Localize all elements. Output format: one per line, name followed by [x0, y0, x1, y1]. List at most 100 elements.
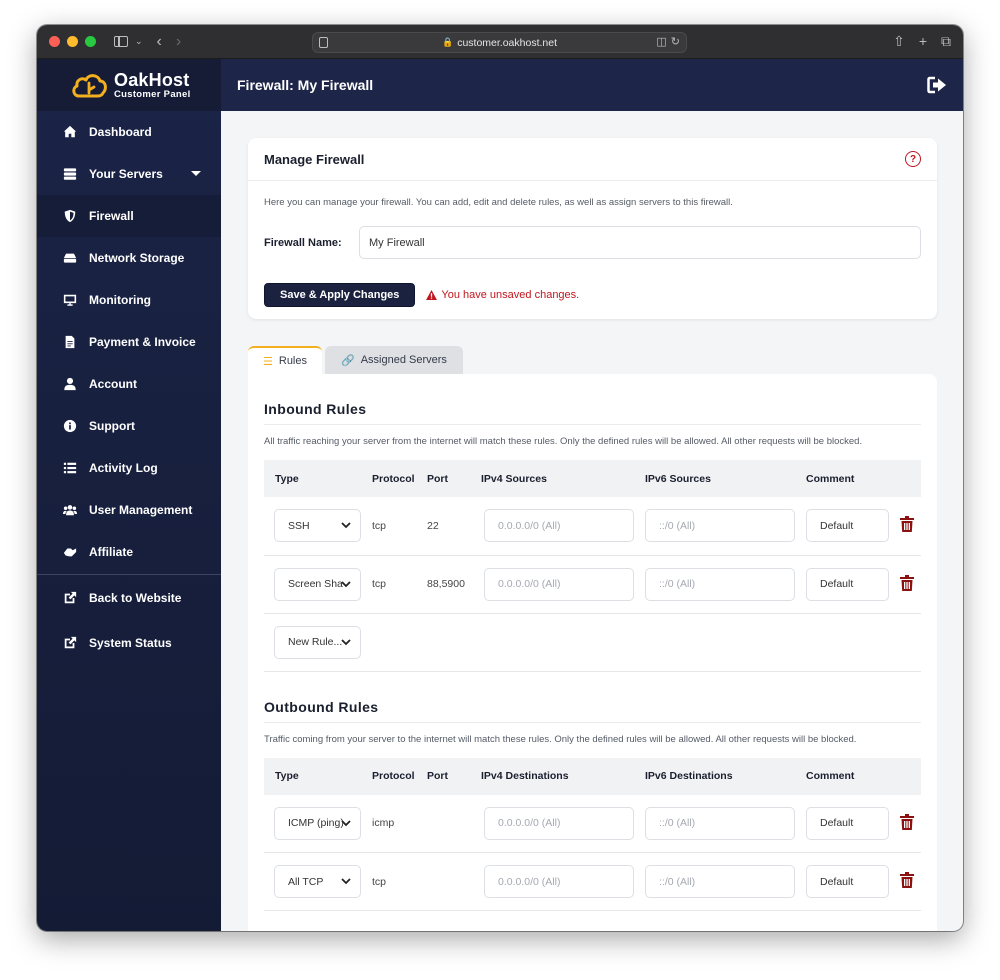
caret-down-icon[interactable] [191, 171, 201, 176]
translate-icon[interactable]: ◫ [656, 35, 666, 48]
window-controls [49, 36, 96, 47]
sidebar-item-activity-log[interactable]: Activity Log [37, 447, 221, 489]
new-tab-icon[interactable]: + [919, 33, 927, 50]
sidebar-item-monitoring[interactable]: Monitoring [37, 279, 221, 321]
tab-label: Assigned Servers [360, 354, 447, 366]
ipv4-destinations-input[interactable]: 0.0.0.0/0 (All) [484, 865, 634, 898]
trash-icon[interactable] [900, 872, 914, 888]
help-icon[interactable]: ? [905, 151, 921, 167]
ipv4-destinations-input[interactable]: 0.0.0.0/0 (All) [484, 806, 634, 840]
sidebar-item-network-storage[interactable]: Network Storage [37, 237, 221, 279]
logo[interactable]: OakHost Customer Panel [37, 59, 221, 111]
zoom-window-button[interactable] [85, 36, 96, 47]
handshake-icon [63, 545, 77, 559]
column-header: Protocol [361, 460, 416, 497]
ipv4-sources-input[interactable]: 0.0.0.0/0 (All) [484, 567, 634, 601]
servers-icon [63, 167, 77, 181]
tab-assigned-servers[interactable]: 🔗 Assigned Servers [325, 346, 463, 374]
column-header: IPv4 Destinations [470, 757, 634, 795]
outbound-title: Outbound Rules [264, 672, 921, 723]
tab-rules[interactable]: ☰ Rules [248, 346, 322, 374]
ipv6-sources-input[interactable]: ::/0 (All) [645, 567, 795, 601]
protocol-cell: tcp [361, 555, 416, 614]
comment-input[interactable]: Default [806, 567, 889, 601]
close-window-button[interactable] [49, 36, 60, 47]
share-icon[interactable]: ⇧ [893, 33, 905, 50]
external-link-icon [63, 636, 77, 650]
column-header: Type [264, 460, 361, 497]
sidebar-item-label: System Status [89, 635, 172, 650]
protocol-cell: tcp [361, 497, 416, 556]
back-icon[interactable]: ‹ [157, 33, 162, 51]
list-icon: ☰ [263, 355, 273, 368]
app: OakHost Customer Panel Dashboard Your Se… [37, 59, 963, 931]
column-header: IPv6 Sources [634, 460, 795, 497]
table-row: SSH tcp 22 0.0.0.0/0 (All) ::/0 (All) De… [264, 497, 921, 556]
new-rule-select[interactable]: New Rule... [274, 625, 361, 659]
monitor-icon [63, 293, 77, 307]
table-row: All TCP tcp 0.0.0.0/0 (All) ::/0 (All) D… [264, 852, 921, 911]
inbound-description: All traffic reaching your server from th… [264, 436, 863, 447]
external-link-icon [63, 591, 77, 605]
sidebar-item-label: Back to Website [89, 590, 182, 605]
comment-input[interactable]: Default [806, 806, 889, 840]
shield-icon [63, 209, 77, 223]
manage-description: Here you can manage your firewall. You c… [264, 197, 733, 208]
column-header: IPv6 Destinations [634, 757, 795, 795]
column-header: Port [416, 757, 470, 795]
sidebar-item-account[interactable]: Account [37, 363, 221, 405]
sidebar-item-user-management[interactable]: User Management [37, 489, 221, 531]
rule-type-select[interactable]: All TCP [274, 865, 361, 898]
rule-type-select[interactable]: SSH [274, 509, 361, 543]
sidebar-item-back-to-website[interactable]: Back to Website [37, 575, 221, 620]
trash-icon[interactable] [900, 813, 914, 830]
trash-icon[interactable] [900, 516, 914, 533]
trash-icon[interactable] [900, 574, 914, 591]
column-header: Type [264, 757, 361, 795]
sidebar-item-dashboard[interactable]: Dashboard [37, 111, 221, 153]
sidebar-item-affiliate[interactable]: Affiliate [37, 531, 221, 573]
ipv6-sources-input[interactable]: ::/0 (All) [645, 509, 795, 543]
ipv6-destinations-input[interactable]: ::/0 (All) [645, 806, 795, 840]
user-icon [63, 377, 77, 391]
comment-input[interactable]: Default [806, 865, 889, 898]
reader-icon[interactable] [319, 37, 328, 48]
port-cell [416, 794, 470, 853]
rule-type-select[interactable]: Screen Sharing [274, 567, 361, 601]
column-header: Protocol [361, 757, 416, 795]
sidebar-item-support[interactable]: Support [37, 405, 221, 447]
storage-icon [63, 251, 77, 265]
url-text: customer.oakhost.net [457, 36, 558, 49]
logout-icon[interactable] [927, 76, 947, 94]
sidebar-item-firewall[interactable]: Firewall [37, 195, 221, 237]
rule-type-select[interactable]: ICMP (ping) [274, 806, 361, 840]
column-header: IPv4 Sources [470, 460, 634, 497]
firewall-name-input[interactable]: My Firewall [359, 226, 921, 259]
ipv4-sources-input[interactable]: 0.0.0.0/0 (All) [484, 509, 634, 543]
page-title: Firewall: My Firewall [237, 77, 374, 93]
sidebar-item-your-servers[interactable]: Your Servers [37, 153, 221, 195]
tabs-overview-icon[interactable]: ⧉ [941, 33, 951, 50]
minimize-window-button[interactable] [67, 36, 78, 47]
sidebar-item-system-status[interactable]: System Status [37, 620, 221, 665]
new-rule-row: New Rule... [264, 613, 921, 672]
chevron-down-icon [341, 522, 351, 529]
sidebar-nav: Dashboard Your Servers Firewall Network … [37, 111, 221, 573]
sidebar-item-payment-invoice[interactable]: Payment & Invoice [37, 321, 221, 363]
sidebar-item-label: Monitoring [89, 293, 151, 307]
warning-text: You have unsaved changes. [441, 289, 580, 301]
outbound-description: Traffic coming from your server to the i… [264, 733, 857, 745]
port-cell: 88,5900 [416, 555, 470, 614]
inbound-rules-table: Type Protocol Port IPv4 Sources IPv6 Sou… [264, 460, 921, 672]
forward-icon[interactable]: › [176, 33, 181, 51]
main-content: Firewall: My Firewall Manage Firewall ? … [221, 59, 963, 931]
warning-icon [426, 290, 438, 300]
save-apply-button[interactable]: Save & Apply Changes [264, 283, 416, 307]
tab-bar: ☰ Rules 🔗 Assigned Servers [248, 346, 937, 374]
chevron-down-icon[interactable]: ⌄ [135, 36, 143, 47]
sidebar-toggle-icon[interactable] [114, 36, 128, 47]
ipv6-destinations-input[interactable]: ::/0 (All) [645, 865, 795, 898]
comment-input[interactable]: Default [806, 509, 889, 543]
address-bar[interactable]: 🔒 customer.oakhost.net ◫ ↻ [312, 32, 687, 53]
reload-icon[interactable]: ↻ [671, 35, 680, 48]
